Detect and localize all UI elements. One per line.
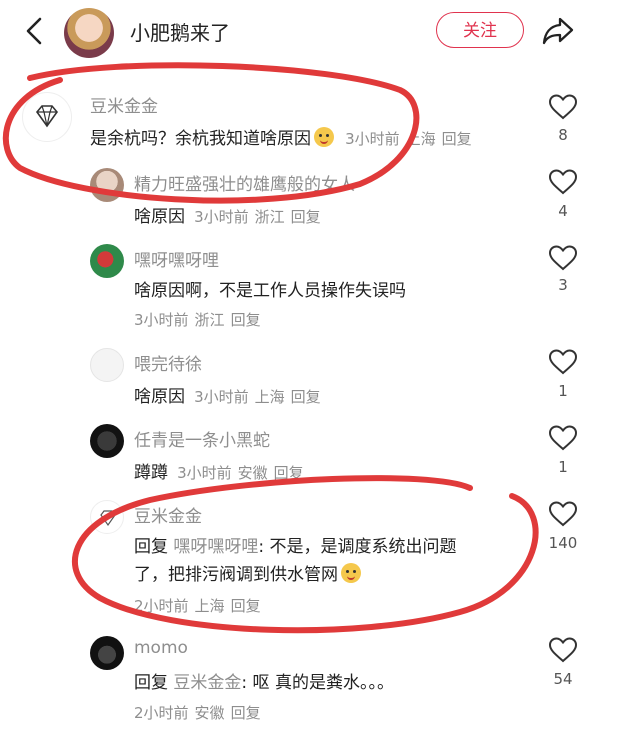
reply-link[interactable]: 回复 xyxy=(231,311,261,329)
comment-meta: 3小时前 上海 回复 xyxy=(194,388,327,406)
follow-button[interactable]: 关注 xyxy=(436,12,524,48)
heart-icon[interactable] xyxy=(548,349,578,375)
comment-text-line2: 了，把排污阀调到供水管网 xyxy=(134,560,361,585)
avatar[interactable] xyxy=(90,168,124,202)
comment-meta: 3小时前 上海 回复 xyxy=(345,130,478,148)
comment-meta: 3小时前 安徽 回复 xyxy=(177,464,310,482)
like-count: 1 xyxy=(558,382,568,400)
reply-link[interactable]: 回复 xyxy=(274,464,304,482)
like-count: 140 xyxy=(548,534,578,552)
reply-link[interactable]: 回复 xyxy=(231,597,261,615)
heart-icon[interactable] xyxy=(548,637,578,663)
reply-prefix: 回复 xyxy=(134,537,168,557)
comment-time: 3小时前 xyxy=(194,388,249,406)
author-name[interactable]: 小肥鹅来了 xyxy=(130,17,230,46)
comment-location: 安徽 xyxy=(237,464,268,482)
reply-link[interactable]: 回复 xyxy=(442,130,472,148)
reply-link[interactable]: 回复 xyxy=(231,704,261,722)
comment-text: 啥原因啊，不是工作人员操作失误吗 xyxy=(134,281,406,301)
comment-text: : 不是，是调度系统出问题 xyxy=(258,537,457,557)
back-chevron-icon[interactable] xyxy=(20,14,50,48)
comment-username[interactable]: momo xyxy=(134,638,188,658)
comment-text: 啥原因 xyxy=(134,387,185,407)
comment-username[interactable]: 精力旺盛强壮的雄鹰般的女人 xyxy=(134,170,355,195)
heart-icon[interactable] xyxy=(548,245,578,271)
reply-link[interactable]: 回复 xyxy=(291,388,321,406)
avatar[interactable] xyxy=(90,424,124,458)
comment-location: 安徽 xyxy=(194,704,225,722)
diamond-icon xyxy=(35,105,59,128)
comment-text: 啥原因 xyxy=(134,207,185,227)
avatar[interactable] xyxy=(90,500,124,534)
comment-text-line1: 回复 嘿呀嘿呀哩: 不是，是调度系统出问题 xyxy=(134,532,457,557)
like-count: 8 xyxy=(558,126,568,144)
emoji-face-icon xyxy=(314,127,334,147)
comment-time: 3小时前 xyxy=(345,130,400,148)
top-bar: 小肥鹅来了 关注 xyxy=(0,0,640,66)
reply-target[interactable]: 嘿呀嘿呀哩 xyxy=(173,537,258,557)
heart-icon[interactable] xyxy=(548,501,578,527)
comment-item: 豆米金金 是余杭吗？余杭我知道啥原因 3小时前 上海 回复 8 xyxy=(0,86,640,158)
comment-location: 浙江 xyxy=(194,311,225,329)
comment-location: 上海 xyxy=(405,130,436,148)
comment-username[interactable]: 喂完待徐 xyxy=(134,350,202,375)
comment-meta: 2小时前 上海 回复 xyxy=(134,595,267,616)
comment-item: momo 回复 豆米金金: 呕 真的是粪水。。。 2小时前 安徽 回复 54 xyxy=(0,632,640,732)
avatar[interactable] xyxy=(90,636,124,670)
comment-text: 了，把排污阀调到供水管网 xyxy=(134,565,338,585)
comment-username[interactable]: 任青是一条小黑蛇 xyxy=(134,426,270,451)
diamond-icon xyxy=(100,510,116,527)
avatar[interactable] xyxy=(22,92,72,142)
reply-prefix: 回复 xyxy=(134,673,168,693)
emoji-face-icon xyxy=(341,563,361,583)
comment-item: 嘿呀嘿呀哩 啥原因啊，不是工作人员操作失误吗 3小时前 浙江 回复 3 xyxy=(0,240,640,336)
reply-link[interactable]: 回复 xyxy=(291,208,321,226)
avatar[interactable] xyxy=(90,244,124,278)
comment-time: 2小时前 xyxy=(134,597,189,615)
like-count: 54 xyxy=(553,670,573,688)
like-count: 1 xyxy=(558,458,568,476)
comment-item: 豆米金金 回复 嘿呀嘿呀哩: 不是，是调度系统出问题 了，把排污阀调到供水管网 … xyxy=(0,496,640,626)
comment-text-line1: 回复 豆米金金: 呕 真的是粪水。。。 xyxy=(134,668,394,693)
comment-username[interactable]: 豆米金金 xyxy=(90,92,158,117)
comment-meta: 2小时前 安徽 回复 xyxy=(134,702,267,723)
comment-location: 上海 xyxy=(254,388,285,406)
comment-text: : 呕 真的是粪水。。。 xyxy=(241,673,394,693)
comment-location: 上海 xyxy=(194,597,225,615)
author-avatar[interactable] xyxy=(64,8,114,58)
comment-text: 蹲蹲 xyxy=(134,463,168,483)
reply-target[interactable]: 豆米金金 xyxy=(173,673,241,693)
share-arrow-icon[interactable] xyxy=(540,14,576,48)
comment-item: 任青是一条小黑蛇 蹲蹲 3小时前 安徽 回复 1 xyxy=(0,420,640,490)
heart-icon[interactable] xyxy=(548,425,578,451)
comment-meta: 3小时前 浙江 回复 xyxy=(134,309,267,330)
heart-icon[interactable] xyxy=(548,169,578,195)
like-count: 3 xyxy=(558,276,568,294)
comment-time: 2小时前 xyxy=(134,704,189,722)
comment-text: 是余杭吗？余杭我知道啥原因 xyxy=(90,129,311,149)
comment-item: 精力旺盛强壮的雄鹰般的女人 啥原因 3小时前 浙江 回复 4 xyxy=(0,164,640,234)
comment-time: 3小时前 xyxy=(177,464,232,482)
like-count: 4 xyxy=(558,202,568,220)
comment-username[interactable]: 嘿呀嘿呀哩 xyxy=(134,246,219,271)
comment-location: 浙江 xyxy=(254,208,285,226)
comment-time: 3小时前 xyxy=(194,208,249,226)
comment-meta: 3小时前 浙江 回复 xyxy=(194,208,327,226)
comment-item: 喂完待徐 啥原因 3小时前 上海 回复 1 xyxy=(0,344,640,414)
comment-time: 3小时前 xyxy=(134,311,189,329)
comment-username[interactable]: 豆米金金 xyxy=(134,502,202,527)
avatar[interactable] xyxy=(90,348,124,382)
heart-icon[interactable] xyxy=(548,94,578,120)
